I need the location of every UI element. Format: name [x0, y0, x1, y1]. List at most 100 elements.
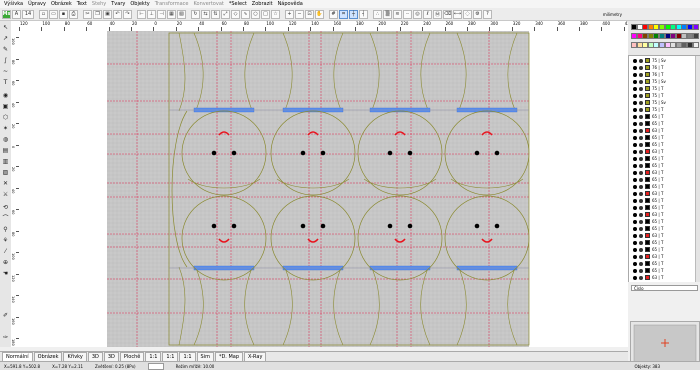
- measure-icon[interactable]: ⟷: [453, 9, 462, 19]
- visibility-icon[interactable]: [633, 79, 637, 84]
- layers-panel[interactable]: 75 | Sv 76 | T 76 | T 75 | Sv 75 | T 75 | T 75…: [628, 55, 700, 282]
- visibility-icon[interactable]: [633, 268, 637, 273]
- status-input-box[interactable]: [147, 362, 164, 370]
- font-a-button[interactable]: A: [12, 9, 21, 19]
- circle-tool-icon[interactable]: ◉: [1, 91, 10, 100]
- freehand-icon[interactable]: ~: [1, 67, 10, 76]
- tool-extra-1-icon[interactable]: ✐: [1, 311, 10, 320]
- visibility-icon[interactable]: [633, 254, 637, 259]
- view-tab[interactable]: 1:1: [179, 351, 196, 362]
- visibility-icon[interactable]: [633, 275, 637, 280]
- run-icon[interactable]: ┄: [403, 9, 412, 19]
- lock-icon[interactable]: [639, 170, 643, 175]
- layer-row[interactable]: 63 | T: [629, 211, 700, 218]
- eyedropper-icon[interactable]: ⚲: [1, 225, 10, 234]
- copy-icon[interactable]: ❐: [93, 9, 102, 19]
- visibility-icon[interactable]: [633, 233, 637, 238]
- layer-row[interactable]: 63 | T: [629, 190, 700, 197]
- menu-item-3[interactable]: Text: [77, 1, 87, 7]
- hand-icon[interactable]: ✋: [315, 9, 324, 19]
- layers-scrollbar[interactable]: [695, 56, 700, 282]
- visibility-icon[interactable]: [633, 156, 637, 161]
- help-icon[interactable]: ?: [483, 9, 492, 19]
- node-icon[interactable]: ◇: [231, 9, 240, 19]
- lock-icon[interactable]: [639, 79, 643, 84]
- lock-icon[interactable]: [639, 205, 643, 210]
- lock-icon[interactable]: [639, 86, 643, 91]
- visibility-icon[interactable]: [633, 240, 637, 245]
- menu-item-11[interactable]: Nápověda: [278, 1, 303, 7]
- lock-icon[interactable]: [639, 268, 643, 273]
- layer-row[interactable]: 65 | T: [629, 218, 700, 225]
- layer-row[interactable]: 75 | Sv: [629, 57, 700, 64]
- guides-icon[interactable]: ┼: [349, 9, 358, 19]
- mirror-icon[interactable]: ⇆: [201, 9, 210, 19]
- align-right-icon[interactable]: ⊣: [157, 9, 166, 19]
- knife-icon[interactable]: ⚔: [1, 190, 10, 199]
- layer-row[interactable]: 63 | T: [629, 232, 700, 239]
- lock-icon[interactable]: [639, 142, 643, 147]
- tool-extra-2-icon[interactable]: ✑: [1, 333, 10, 342]
- palette-color-swatch[interactable]: [692, 24, 699, 30]
- visibility-icon[interactable]: [633, 198, 637, 203]
- zoom-out-icon[interactable]: −: [295, 9, 304, 19]
- layer-row[interactable]: 63 | T: [629, 253, 700, 260]
- flip-icon[interactable]: ⇅: [211, 9, 220, 19]
- visibility-icon[interactable]: [633, 170, 637, 175]
- menu-item-1[interactable]: Úpravy: [28, 1, 46, 7]
- view-tab[interactable]: 3D: [87, 351, 103, 362]
- hand-tool-icon[interactable]: ☚: [1, 269, 10, 278]
- node-edit-icon[interactable]: ↗: [1, 34, 10, 43]
- layer-row[interactable]: 75 | T: [629, 92, 700, 99]
- layer-row[interactable]: 63 | T: [629, 274, 700, 281]
- visibility-icon[interactable]: [633, 184, 637, 189]
- satin-icon[interactable]: ≋: [393, 9, 402, 19]
- view-tab[interactable]: 3D: [103, 351, 119, 362]
- zoom-tool-icon[interactable]: ⊕: [1, 258, 10, 267]
- visibility-icon[interactable]: [633, 86, 637, 91]
- visibility-icon[interactable]: [633, 149, 637, 154]
- stitch-icon[interactable]: ∴: [373, 9, 382, 19]
- layer-row[interactable]: 65 | T: [629, 134, 700, 141]
- visibility-icon[interactable]: [633, 107, 637, 112]
- view-tab[interactable]: Normální: [2, 351, 33, 362]
- visibility-icon[interactable]: [633, 212, 637, 217]
- lock-icon[interactable]: [639, 72, 643, 77]
- stamp-icon[interactable]: ⚘: [1, 236, 10, 245]
- lock-icon[interactable]: [639, 121, 643, 126]
- layer-row[interactable]: 75 | Sv: [629, 78, 700, 85]
- visibility-icon[interactable]: [633, 58, 637, 63]
- lock-icon[interactable]: [639, 226, 643, 231]
- visibility-icon[interactable]: [633, 163, 637, 168]
- visibility-icon[interactable]: [633, 177, 637, 182]
- run-tool-icon[interactable]: ▨: [1, 168, 10, 177]
- lock-icon[interactable]: [639, 135, 643, 140]
- lock-icon[interactable]: [639, 100, 643, 105]
- rotate-tool-icon[interactable]: ⟲: [1, 203, 10, 212]
- cross-stitch-icon[interactable]: ✕: [1, 179, 10, 188]
- lock-icon[interactable]: [639, 156, 643, 161]
- cut-icon[interactable]: ✂: [83, 9, 92, 19]
- layer-row[interactable]: 65 | T: [629, 246, 700, 253]
- color-palette[interactable]: [628, 21, 700, 55]
- visibility-icon[interactable]: [633, 135, 637, 140]
- visibility-icon[interactable]: [633, 93, 637, 98]
- lock-icon[interactable]: [639, 107, 643, 112]
- polygon-tool-icon[interactable]: ⬡: [1, 113, 10, 122]
- circle-icon[interactable]: ○: [251, 9, 260, 19]
- menu-item-10[interactable]: Zobrazit: [252, 1, 273, 7]
- layer-row[interactable]: 75 | Sv: [629, 99, 700, 106]
- view-tab[interactable]: X-Ray: [244, 351, 267, 362]
- curve-tool-icon[interactable]: ⌒: [1, 214, 10, 223]
- layer-row[interactable]: 65 | T: [629, 239, 700, 246]
- view-tab[interactable]: 1:1: [162, 351, 179, 362]
- lock-icon[interactable]: [639, 233, 643, 238]
- lettering-icon[interactable]: ℓ: [423, 9, 432, 19]
- layer-row[interactable]: 63 | T: [629, 148, 700, 155]
- monogram-icon[interactable]: Ⓜ: [433, 9, 442, 19]
- applique-icon[interactable]: ◎: [413, 9, 422, 19]
- ungroup-icon[interactable]: ▧: [177, 9, 186, 19]
- lock-icon[interactable]: [639, 58, 643, 63]
- satin-tool-icon[interactable]: ▥: [1, 157, 10, 166]
- layer-row[interactable]: 65 | T: [629, 120, 700, 127]
